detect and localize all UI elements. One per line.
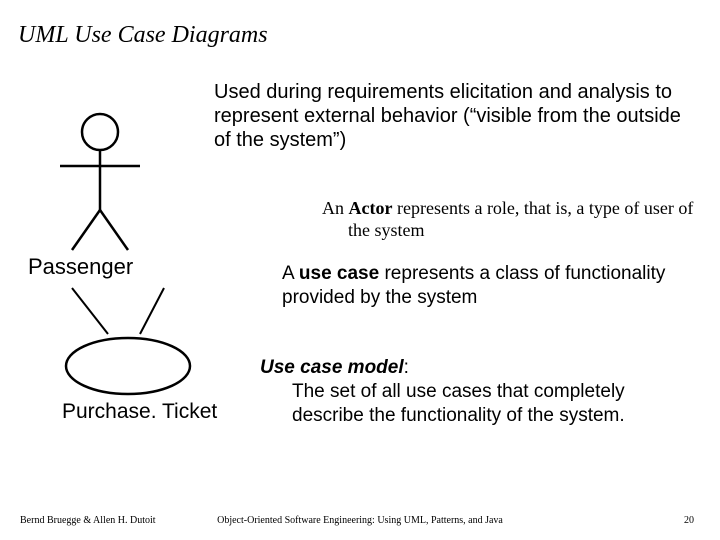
use-case-model-block: Use case model: The set of all use cases… [260, 356, 690, 427]
usecase-def-bold: use case [299, 263, 379, 284]
usecase-def-prefix: A [282, 263, 299, 284]
model-colon: : [404, 357, 409, 378]
actor-label: Passenger [28, 254, 133, 280]
actor-definition: An Actor represents a role, that is, a t… [322, 198, 708, 241]
actor-def-bold: Actor [349, 198, 393, 218]
model-body: The set of all use cases that completely… [260, 380, 690, 428]
actor-def-prefix: An [322, 198, 349, 218]
actor-def-rest: represents a role, that is, a type of us… [348, 198, 693, 240]
footer-book-title: Object-Oriented Software Engineering: Us… [0, 515, 720, 526]
slide-title: UML Use Case Diagrams [18, 22, 268, 49]
slide-number: 20 [684, 515, 694, 526]
model-head: Use case model [260, 357, 404, 378]
intro-paragraph: Used during requirements elicitation and… [214, 80, 684, 152]
usecase-label: Purchase. Ticket [62, 400, 217, 424]
usecase-definition: A use case represents a class of functio… [282, 262, 682, 310]
